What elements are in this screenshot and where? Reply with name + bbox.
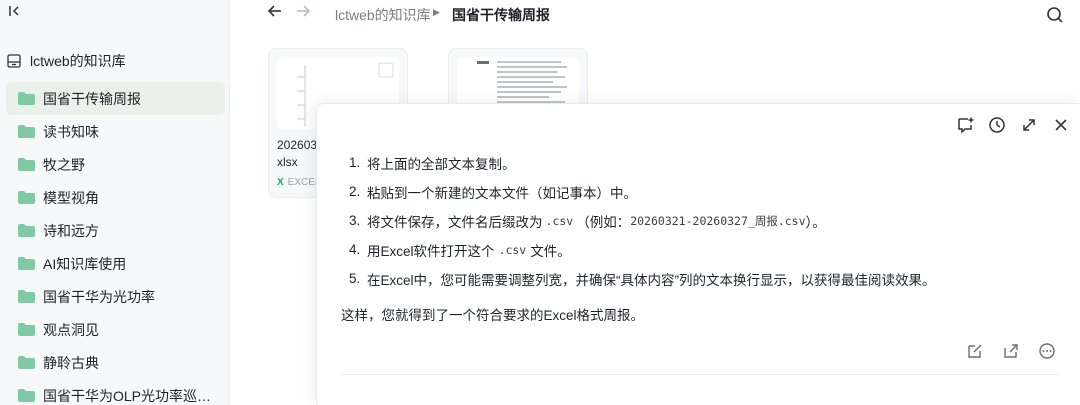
- sidebar-item-label: 国省干传输周报: [43, 90, 141, 107]
- folder-icon: [18, 125, 35, 138]
- assistant-panel: 1. 将上面的全部文本复制。 2. 粘贴到一个新建的文本文件（如记事本）中。 3…: [316, 103, 1080, 405]
- instruction-list: 1. 将上面的全部文本复制。 2. 粘贴到一个新建的文本文件（如记事本）中。 3…: [349, 148, 1049, 293]
- folder-icon: [18, 389, 35, 402]
- step-text: 文件。: [530, 243, 571, 259]
- sidebar-item-label: 诗和远方: [43, 222, 99, 239]
- folder-icon: [18, 323, 35, 336]
- folder-icon: [18, 224, 35, 237]
- expand-icon[interactable]: [1018, 114, 1040, 136]
- step-text: 将上面的全部文本复制。: [367, 156, 516, 172]
- history-clock-icon[interactable]: [986, 114, 1008, 136]
- sidebar-item-classical[interactable]: 静聆古典: [6, 346, 225, 379]
- step-text: ）。: [805, 214, 826, 230]
- sidebar: lctweb的知识库 国省干传输周报 读书知味 牧之野 模型视角 诗和远方 AI…: [0, 0, 230, 405]
- share-icon[interactable]: [1000, 340, 1022, 362]
- list-item: 4. 用Excel软件打开这个 .csv 文件。: [349, 235, 1049, 264]
- sidebar-item-label: AI知识库使用: [43, 255, 127, 272]
- step-text: 在Excel中，您可能需要调整列宽，并确保“具体内容”列的文本换行显示，以获得最…: [367, 272, 936, 288]
- sidebar-item-reading[interactable]: 读书知味: [6, 115, 225, 148]
- list-item: 5. 在Excel中，您可能需要调整列宽，并确保“具体内容”列的文本换行显示，以…: [349, 264, 1049, 293]
- sidebar-item-huawei-power[interactable]: 国省干华为光功率: [6, 280, 225, 313]
- step-number: 2.: [349, 184, 361, 199]
- knowledge-base-name: lctweb的知识库: [30, 53, 126, 69]
- folder-icon: [18, 290, 35, 303]
- step-number: 5.: [349, 271, 361, 286]
- list-item: 3. 将文件保存，文件名后缀改为 .csv （例如： 20260321-2026…: [349, 206, 1049, 235]
- knowledge-base-icon: [6, 53, 22, 69]
- sidebar-item-label: 国省干华为OLP光功率巡检...: [43, 387, 218, 404]
- step-number: 1.: [349, 155, 361, 170]
- more-options-icon[interactable]: [1036, 340, 1058, 362]
- sidebar-item-label: 国省干华为光功率: [43, 288, 155, 305]
- breadcrumb-separator-icon: ▶: [433, 7, 440, 17]
- step-number: 3.: [349, 213, 361, 228]
- summary-text: 这样，您就得到了一个符合要求的Excel格式周报。: [341, 308, 645, 323]
- search-icon[interactable]: [1041, 2, 1069, 28]
- inline-code: .csv: [545, 213, 574, 228]
- step-text: 粘贴到一个新建的文本文件（如记事本）中。: [367, 185, 637, 201]
- top-bar: lctweb的知识库 ▶ 国省干传输周报: [231, 0, 1080, 30]
- edit-icon[interactable]: [964, 340, 986, 362]
- folder-icon: [18, 92, 35, 105]
- forward-arrow-icon[interactable]: [295, 3, 311, 24]
- list-item: 1. 将上面的全部文本复制。: [349, 148, 1049, 177]
- message-actions: [964, 340, 1058, 362]
- collapse-sidebar-icon[interactable]: [8, 4, 26, 22]
- step-text: 将文件保存，文件名后缀改为: [367, 214, 543, 230]
- folder-icon: [18, 356, 35, 369]
- back-arrow-icon[interactable]: [267, 3, 283, 24]
- inline-code: 20260321-20260327_周报.csv: [630, 213, 806, 228]
- knowledge-base-title[interactable]: lctweb的知识库: [6, 50, 126, 72]
- folder-icon: [18, 191, 35, 204]
- sidebar-item-guoshenggan-weekly[interactable]: 国省干传输周报: [6, 82, 225, 115]
- sidebar-item-ai-kb[interactable]: AI知识库使用: [6, 247, 225, 280]
- sidebar-item-muzhiye[interactable]: 牧之野: [6, 148, 225, 181]
- sidebar-item-label: 静聆古典: [43, 354, 99, 371]
- sidebar-item-label: 读书知味: [43, 123, 99, 140]
- list-item: 2. 粘贴到一个新建的文本文件（如记事本）中。: [349, 177, 1049, 206]
- sidebar-item-label: 牧之野: [43, 156, 85, 173]
- inline-code: .csv: [498, 242, 527, 257]
- close-icon[interactable]: [1050, 114, 1072, 136]
- folder-icon: [18, 257, 35, 270]
- step-text: 用Excel软件打开这个: [367, 243, 495, 259]
- panel-toolbar: [954, 114, 1072, 136]
- file-type-badge: X EXCEL: [277, 177, 320, 188]
- folder-list: 国省干传输周报 读书知味 牧之野 模型视角 诗和远方 AI知识库使用 国省干华为…: [6, 82, 225, 405]
- step-text: （例如：: [576, 214, 631, 230]
- sidebar-item-label: 模型视角: [43, 189, 99, 206]
- sidebar-item-model-view[interactable]: 模型视角: [6, 181, 225, 214]
- folder-icon: [18, 158, 35, 171]
- breadcrumb-current: 国省干传输周报: [452, 7, 550, 23]
- excel-icon: X: [277, 177, 284, 188]
- step-number: 4.: [349, 242, 361, 257]
- sidebar-item-poetry[interactable]: 诗和远方: [6, 214, 225, 247]
- sidebar-item-insights[interactable]: 观点洞见: [6, 313, 225, 346]
- sidebar-item-huawei-olp[interactable]: 国省干华为OLP光功率巡检...: [6, 379, 225, 405]
- new-chat-icon[interactable]: [954, 114, 976, 136]
- panel-divider: [341, 374, 1058, 375]
- sidebar-item-label: 观点洞见: [43, 321, 99, 338]
- breadcrumb-root[interactable]: lctweb的知识库: [335, 5, 431, 25]
